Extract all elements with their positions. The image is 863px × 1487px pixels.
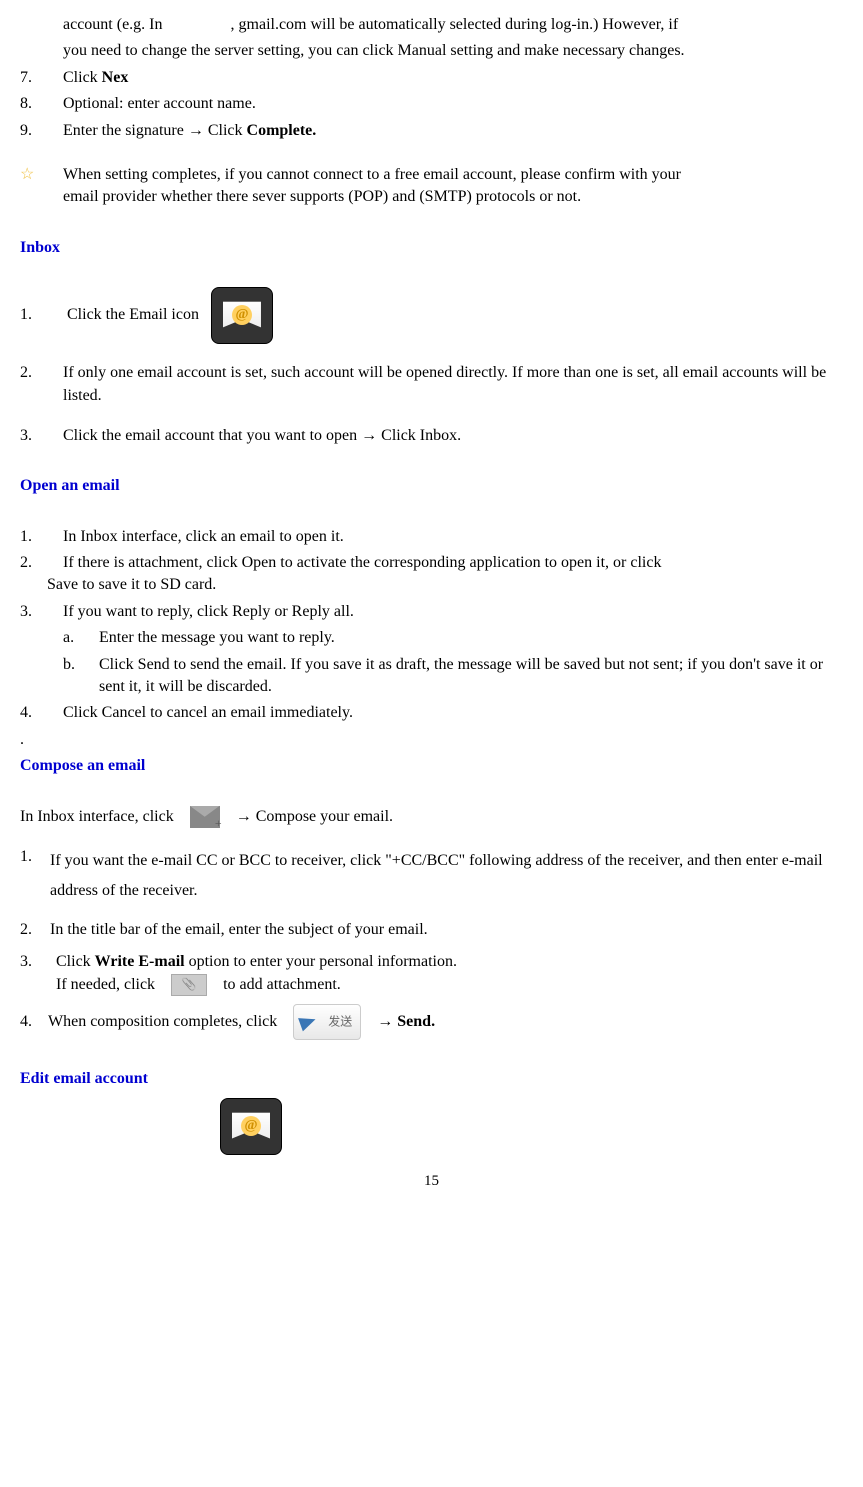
list-number: 1.	[20, 304, 63, 326]
bold-text: Write E-mail	[95, 953, 185, 970]
text: to add attachment.	[223, 974, 341, 996]
open-step-3a: a. Enter the message you want to reply.	[20, 627, 843, 649]
open-step-2: 2. If there is attachment, click Open to…	[20, 552, 843, 597]
text: In Inbox interface, click an email to op…	[63, 526, 843, 548]
email-app-icon	[220, 1098, 282, 1155]
compose-mail-icon	[190, 806, 220, 828]
step-8: 8. Optional: enter account name.	[20, 93, 843, 115]
text: Click the Email icon	[67, 304, 199, 326]
compose-step-3: 3. Click Write E-mail option to enter yo…	[20, 951, 843, 996]
text: account (e.g. In	[63, 16, 163, 33]
text: If you want the e-mail CC or BCC to rece…	[50, 846, 843, 907]
compose-intro: In Inbox interface, click → Compose your…	[20, 806, 843, 828]
open-step-1: 1. In Inbox interface, click an email to…	[20, 526, 843, 548]
heading-inbox: Inbox	[20, 237, 843, 259]
star-icon: ☆	[20, 166, 34, 183]
list-number: 7.	[20, 67, 63, 89]
bold-text: Complete.	[247, 122, 317, 139]
open-step-3b: b. Click Send to send the email. If you …	[20, 654, 843, 699]
compose-step-1: 1. If you want the e-mail CC or BCC to r…	[20, 846, 843, 907]
send-button-icon	[293, 1004, 361, 1040]
list-number: 1.	[20, 846, 50, 868]
text: , gmail.com will be automatically select…	[231, 16, 679, 33]
text: Click	[56, 953, 95, 970]
continued-paragraph: account (e.g. In , gmail.com will be aut…	[20, 14, 843, 36]
text: In the title bar of the email, enter the…	[50, 919, 843, 941]
list-number: 4.	[20, 702, 63, 724]
list-number: 4.	[20, 1011, 44, 1033]
bold-text: Send.	[397, 1011, 435, 1033]
list-number: 8.	[20, 93, 63, 115]
text: If there is attachment, click Open to ac…	[63, 554, 661, 571]
inbox-step-2: 2. If only one email account is set, suc…	[20, 362, 843, 407]
text: Click Cancel to cancel an email immediat…	[63, 702, 843, 724]
compose-step-4: 4. When composition completes, click →Se…	[20, 1004, 843, 1040]
heading-compose-email: Compose an email	[20, 755, 843, 777]
list-number: 3.	[20, 951, 56, 973]
text: In Inbox interface, click	[20, 806, 174, 828]
text: If needed, click	[56, 974, 155, 996]
text: Save to save it to SD card.	[47, 576, 216, 593]
list-number: 9.	[20, 120, 63, 142]
text: If only one email account is set, such a…	[63, 362, 843, 407]
list-letter: b.	[63, 654, 99, 676]
text: If you want to reply, click Reply or Rep…	[63, 601, 843, 623]
inbox-step-1: 1. Click the Email icon	[20, 287, 843, 344]
note-text-a: When setting completes, if you cannot co…	[63, 166, 681, 183]
text: When composition completes, click	[48, 1011, 277, 1033]
text: option to enter your personal informatio…	[185, 953, 457, 970]
bold-text: Nex	[102, 69, 129, 86]
text: Enter the signature → Click	[63, 122, 247, 139]
list-number: 2.	[20, 552, 63, 574]
text: Click	[63, 69, 102, 86]
continued-paragraph-line2: you need to change the server setting, y…	[20, 40, 843, 62]
text: Optional: enter account name.	[63, 93, 843, 115]
list-number: 2.	[20, 362, 63, 384]
open-step-3: 3. If you want to reply, click Reply or …	[20, 601, 843, 623]
email-app-icon	[211, 287, 273, 344]
list-number: 3.	[20, 601, 63, 623]
text: Enter the message you want to reply.	[99, 627, 335, 649]
page-number: 15	[20, 1171, 843, 1192]
step-9: 9. Enter the signature → Click Complete.	[20, 120, 843, 142]
text: Click Send to send the email. If you sav…	[99, 654, 843, 699]
list-letter: a.	[63, 627, 99, 649]
note-paragraph: ☆ When setting completes, if you cannot …	[20, 164, 843, 209]
heading-edit-email-account: Edit email account	[20, 1068, 843, 1090]
compose-step-2: 2. In the title bar of the email, enter …	[20, 919, 843, 941]
stray-dot: .	[20, 729, 843, 751]
list-number: 1.	[20, 526, 63, 548]
step-7: 7. Click Nex	[20, 67, 843, 89]
inbox-step-3: 3. Click the email account that you want…	[20, 425, 843, 447]
text: Click the email account that you want to…	[63, 425, 843, 447]
attachment-icon	[171, 974, 207, 996]
text: →	[377, 1011, 393, 1033]
note-text-b: email provider whether there sever suppo…	[63, 188, 581, 205]
list-number: 2.	[20, 919, 50, 941]
open-step-4: 4. Click Cancel to cancel an email immed…	[20, 702, 843, 724]
text: → Compose your email.	[236, 806, 393, 828]
list-number: 3.	[20, 425, 63, 447]
heading-open-email: Open an email	[20, 475, 843, 497]
